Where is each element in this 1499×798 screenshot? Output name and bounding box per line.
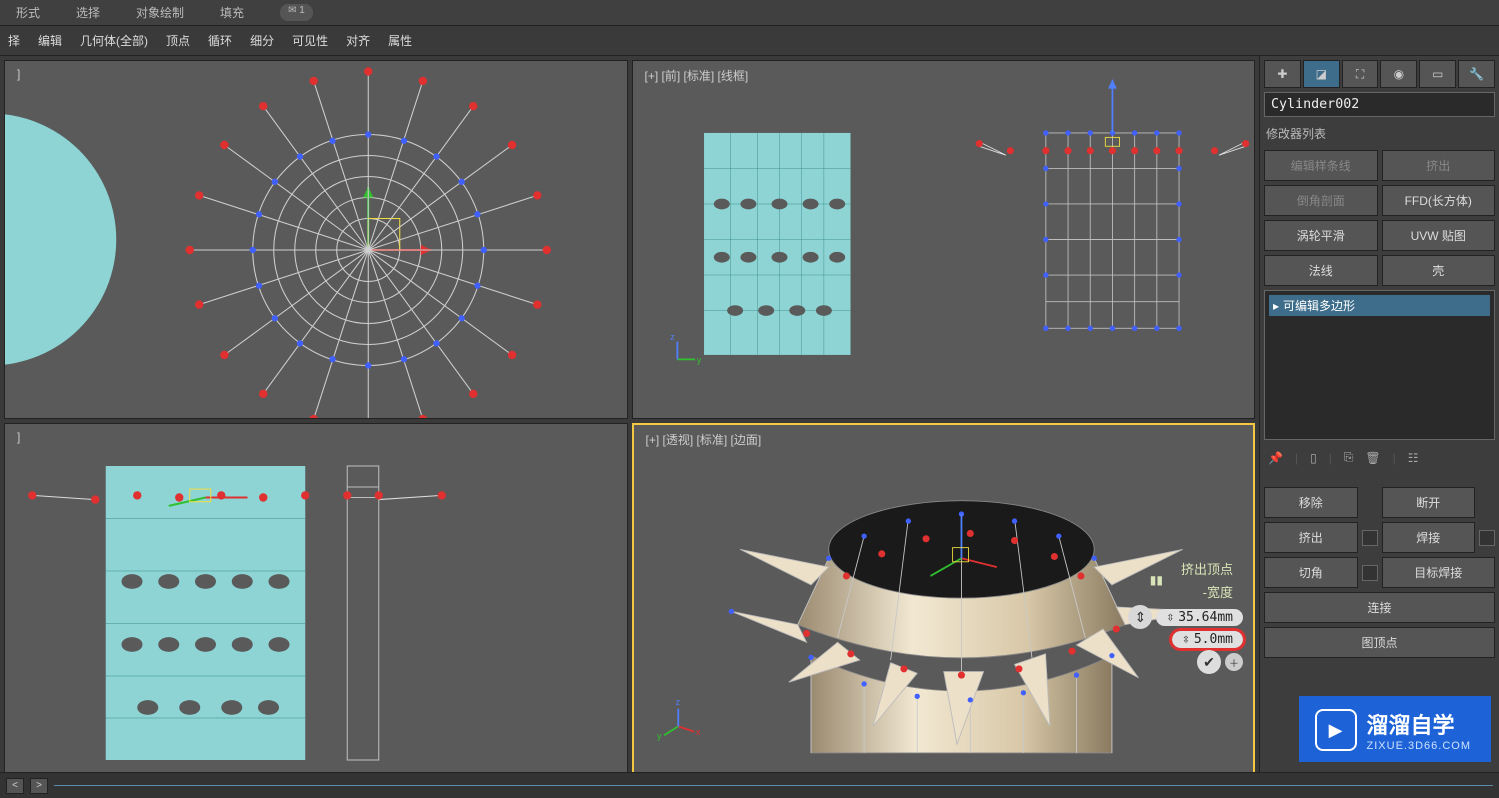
apply-button[interactable]: ＋ (1225, 653, 1243, 671)
tab-modify-icon[interactable]: ◪ (1303, 60, 1340, 88)
submenu-subdivide[interactable]: 细分 (246, 30, 278, 51)
tab-display-icon[interactable]: ▭ (1419, 60, 1456, 88)
svg-text:y: y (657, 731, 662, 741)
caddy-subtitle: -宽度 (1171, 580, 1243, 603)
stack-item-editablepoly[interactable]: ▸ 可编辑多边形 (1269, 295, 1490, 316)
top-menu: 形式 选择 对象绘制 填充 ✉ 1 (0, 0, 1499, 26)
mod-extrude-button[interactable]: 挤出 (1382, 150, 1496, 181)
chamfer-settings-button[interactable] (1362, 565, 1378, 581)
width-spinner[interactable]: ⇳ 5.0mm (1172, 631, 1243, 648)
menu-draw[interactable]: 对象绘制 (136, 4, 184, 21)
connect-button[interactable]: 连接 (1264, 592, 1495, 623)
extrude-settings-button[interactable] (1362, 530, 1378, 546)
submenu-loop[interactable]: 循环 (204, 30, 236, 51)
submenu-vertex[interactable]: 顶点 (162, 30, 194, 51)
height-spinner[interactable]: ⇳ 35.64mm (1156, 609, 1243, 626)
viewport-front[interactable]: [+] [前] [标准] [线框] (632, 60, 1256, 419)
mod-shell-button[interactable]: 壳 (1382, 255, 1496, 286)
submenu-edit[interactable]: 编辑 (34, 30, 66, 51)
menu-select[interactable]: 选择 (76, 4, 100, 21)
svg-text:x: x (695, 727, 700, 737)
viewport-label: [+] [透视] [标准] [边面] (646, 431, 762, 448)
panel-tabs: ✚ ◪ ⛶ ◉ ▭ 🔧 (1264, 60, 1495, 88)
submenu-align[interactable]: 对齐 (342, 30, 374, 51)
configure-icon[interactable]: ☷ (1408, 451, 1419, 465)
mod-uvwmap-button[interactable]: UVW 贴图 (1382, 220, 1496, 251)
stack-toolbar: 📌| ▯| ⎘ 🗑| ☷ (1264, 444, 1495, 471)
edit-vertices: 移除 断开 挤出 焊接 切角 目标焊接 连接 图顶点 (1264, 487, 1495, 658)
viewports: ] (0, 56, 1259, 786)
tab-hierarchy-icon[interactable]: ⛶ (1342, 60, 1379, 88)
extrude-button[interactable]: 挤出 (1264, 522, 1358, 553)
tab-motion-icon[interactable]: ◉ (1380, 60, 1417, 88)
submenu-visibility[interactable]: 可见性 (288, 30, 332, 51)
viewport-label: ] (17, 430, 20, 444)
command-panel: ✚ ◪ ⛶ ◉ ▭ 🔧 修改器列表 编辑样条线 挤出 倒角剖面 FFD(长方体)… (1259, 56, 1499, 786)
show-result-icon[interactable]: ▯ (1310, 451, 1317, 465)
svg-text:z: z (675, 697, 679, 707)
sub-menu: 择 编辑 几何体(全部) 顶点 循环 细分 可见性 对齐 属性 (0, 26, 1499, 56)
status-bar: < > (0, 772, 1499, 798)
watermark-title: 溜溜自学 (1367, 708, 1471, 740)
mod-bevelprofile-button[interactable]: 倒角剖面 (1264, 185, 1378, 216)
tab-utilities-icon[interactable]: 🔧 (1458, 60, 1495, 88)
ok-button[interactable]: ✔ (1197, 650, 1221, 674)
viewport-top[interactable]: ] (4, 60, 628, 419)
mod-normal-button[interactable]: 法线 (1264, 255, 1378, 286)
submenu-properties[interactable]: 属性 (384, 30, 416, 51)
weld-settings-button[interactable] (1479, 530, 1495, 546)
mod-turbosmooth-button[interactable]: 涡轮平滑 (1264, 220, 1378, 251)
modifier-list-label[interactable]: 修改器列表 (1264, 121, 1495, 146)
tab-create-icon[interactable]: ✚ (1264, 60, 1301, 88)
delete-icon[interactable]: 🗑 (1365, 451, 1380, 465)
svg-text:y: y (696, 355, 701, 365)
height-icon[interactable]: ⇕ (1128, 605, 1152, 629)
viewport-perspective[interactable]: [+] [透视] [标准] [边面] (632, 423, 1256, 782)
figvertex-button[interactable]: 图顶点 (1264, 627, 1495, 658)
mail-icon[interactable]: ✉ 1 (280, 4, 313, 21)
modifier-buttons: 编辑样条线 挤出 倒角剖面 FFD(长方体) 涡轮平滑 UVW 贴图 法线 壳 (1264, 150, 1495, 286)
object-name-input[interactable] (1264, 92, 1495, 117)
track-prev-button[interactable]: < (6, 778, 24, 794)
viewport-left[interactable]: ] (4, 423, 628, 782)
extrude-caddy: ▮▮ 挤出顶点 -宽度 ⇕ ⇳ 35.64mm ⇳ 5.0mm ✔ ＋ (1128, 555, 1243, 676)
targetweld-button[interactable]: 目标焊接 (1382, 557, 1496, 588)
mod-ffd-button[interactable]: FFD(长方体) (1382, 185, 1496, 216)
viewport-label: ] (17, 67, 20, 81)
viewport-label: [+] [前] [标准] [线框] (645, 67, 749, 84)
watermark-url: ZIXUE.3D66.COM (1367, 740, 1471, 752)
submenu-geometry-all[interactable]: 几何体(全部) (76, 30, 152, 51)
break-button[interactable]: 断开 (1382, 487, 1476, 518)
menu-fill[interactable]: 填充 (220, 4, 244, 21)
make-unique-icon[interactable]: ⎘ (1344, 450, 1354, 465)
timeline[interactable] (54, 785, 1493, 786)
svg-text:z: z (670, 332, 674, 342)
remove-button[interactable]: 移除 (1264, 487, 1358, 518)
weld-button[interactable]: 焊接 (1382, 522, 1476, 553)
mod-editspline-button[interactable]: 编辑样条线 (1264, 150, 1378, 181)
submenu-pick[interactable]: 择 (4, 30, 24, 51)
menu-style[interactable]: 形式 (16, 4, 40, 21)
pin-icon[interactable]: 📌 (1268, 451, 1283, 465)
watermark-logo: ▶ 溜溜自学 ZIXUE.3D66.COM (1299, 696, 1491, 762)
track-next-button[interactable]: > (30, 778, 48, 794)
caddy-title: 挤出顶点 (1171, 557, 1243, 580)
pause-icon: ▮▮ (1150, 573, 1163, 587)
chamfer-button[interactable]: 切角 (1264, 557, 1358, 588)
play-icon: ▶ (1315, 709, 1357, 751)
modifier-stack[interactable]: ▸ 可编辑多边形 (1264, 290, 1495, 440)
